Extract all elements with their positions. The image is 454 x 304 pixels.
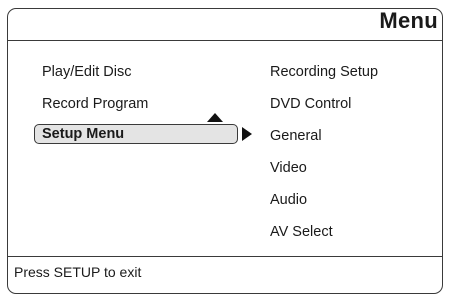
submenu-item-recording-setup[interactable]: Recording Setup [270, 63, 378, 81]
menu-title: Menu [379, 8, 438, 33]
submenu-item-general[interactable]: General [270, 127, 322, 145]
submenu-arrow-icon [242, 127, 252, 141]
submenu-item-av-select[interactable]: AV Select [270, 223, 333, 241]
submenu-item-dvd-control[interactable]: DVD Control [270, 95, 351, 113]
menu-item-record-program[interactable]: Record Program [42, 95, 148, 113]
menu-frame [7, 8, 443, 294]
submenu-item-audio[interactable]: Audio [270, 191, 307, 209]
menu-item-setup-menu-label: Setup Menu [42, 126, 125, 142]
submenu-item-video[interactable]: Video [270, 159, 307, 177]
menu-item-play-edit-disc[interactable]: Play/Edit Disc [42, 63, 131, 81]
footer-hint: Press SETUP to exit [14, 264, 142, 280]
scroll-up-arrow-icon[interactable] [207, 113, 223, 122]
title-divider [7, 40, 443, 41]
footer-divider [7, 256, 443, 257]
